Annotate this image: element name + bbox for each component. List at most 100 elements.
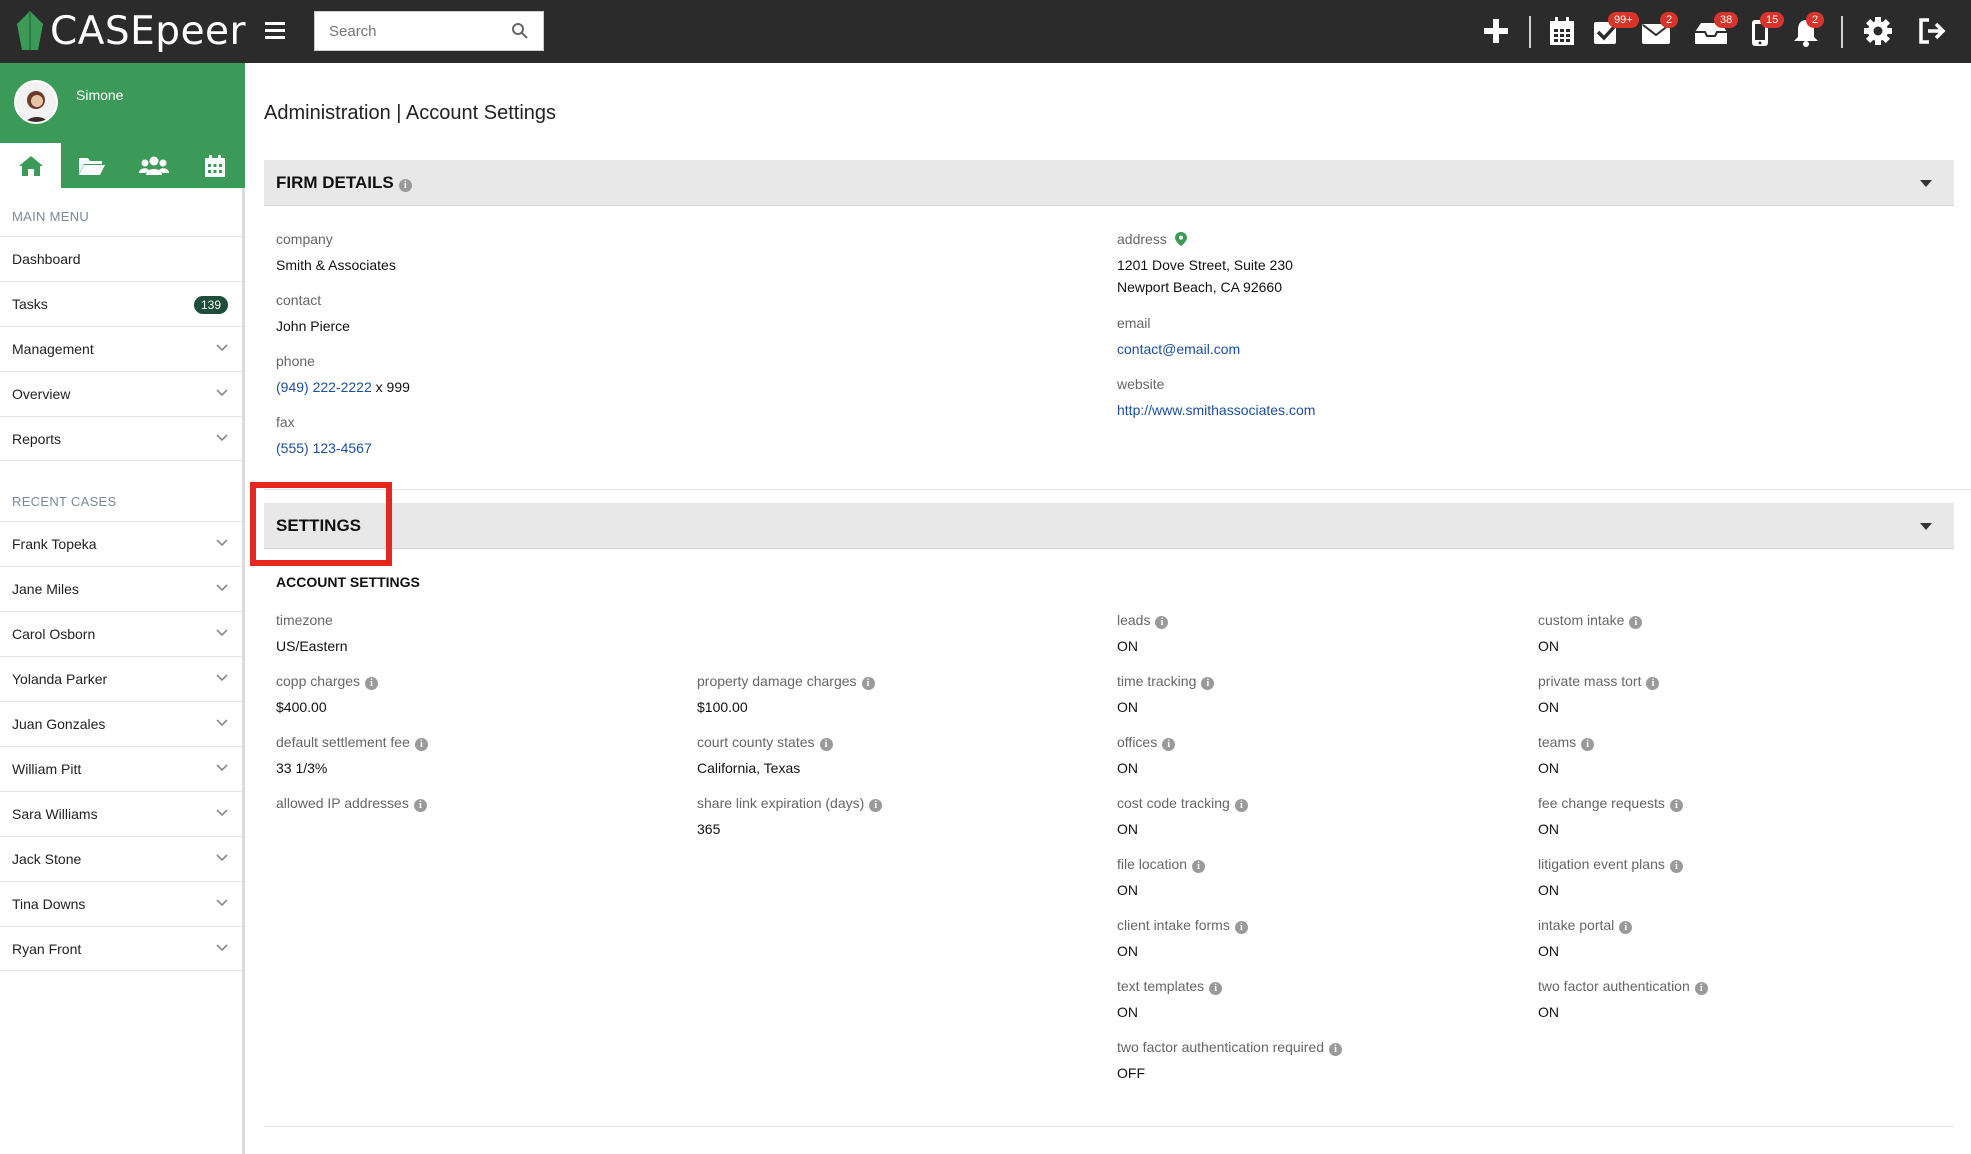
tfa-required-label-text: two factor authentication required (1117, 1039, 1325, 1055)
recent-case-item[interactable]: Jack Stone (0, 836, 242, 881)
fax-field: fax (555) 123-4567 (276, 414, 372, 459)
chevron-down-icon[interactable] (216, 539, 228, 547)
cost-code-field: cost code tracking i ON (1117, 795, 1248, 840)
info-icon[interactable]: i (819, 738, 833, 751)
property-damage-value: $100.00 (697, 699, 748, 715)
chevron-down-icon[interactable] (216, 629, 228, 637)
logo[interactable]: CASEpeer (16, 8, 246, 54)
custom-intake-label: custom intake i (1538, 612, 1643, 631)
recent-case-item[interactable]: Yolanda Parker (0, 656, 242, 701)
phone-link[interactable]: (949) 222-2222 (276, 379, 372, 395)
texts-badge: 15 (1760, 12, 1785, 28)
info-icon[interactable]: i (1234, 921, 1248, 934)
user-name[interactable]: Simone (76, 87, 123, 103)
address-label: address (1117, 231, 1293, 250)
chevron-down-icon[interactable] (216, 584, 228, 592)
copp-charges-value: $400.00 (276, 699, 327, 715)
info-icon[interactable]: i (1155, 616, 1169, 629)
recent-case-item[interactable]: Frank Topeka (0, 521, 242, 566)
info-icon[interactable]: i (1162, 738, 1176, 751)
email-link[interactable]: contact@email.com (1117, 338, 1240, 360)
sidebar-item-management[interactable]: Management (0, 326, 242, 371)
fax-link[interactable]: (555) 123-4567 (276, 437, 372, 459)
cost-code-label-text: cost code tracking (1117, 795, 1230, 811)
sidebar-item-dashboard[interactable]: Dashboard (0, 236, 242, 281)
recent-case-item[interactable]: Juan Gonzales (0, 701, 242, 746)
timezone-field: timezone US/Eastern (276, 612, 348, 657)
caret-down-icon[interactable] (1920, 180, 1932, 188)
teams-field: teams i ON (1538, 734, 1595, 779)
recent-case-item[interactable]: Sara Williams (0, 791, 242, 836)
info-icon[interactable]: i (1192, 860, 1206, 873)
tasks-button[interactable]: 99+ (1590, 12, 1639, 48)
info-icon[interactable]: i (1694, 982, 1708, 995)
company-label: company (276, 231, 333, 247)
notifications-button[interactable]: 2 (1790, 12, 1825, 48)
recent-case-item[interactable]: Carol Osborn (0, 611, 242, 656)
settings-header[interactable]: SETTINGS (264, 503, 1954, 549)
firm-details-header[interactable]: FIRM DETAILS i (264, 160, 1954, 206)
avatar[interactable] (14, 80, 58, 124)
info-icon[interactable]: i (1669, 860, 1683, 873)
chevron-down-icon (216, 434, 228, 442)
recent-case-name: Jack Stone (12, 851, 82, 867)
recent-case-item[interactable]: Tina Downs (0, 881, 242, 926)
info-icon[interactable]: i (1201, 677, 1215, 690)
info-icon[interactable]: i (861, 677, 875, 690)
firm-details-title: FIRM DETAILS i (276, 173, 412, 193)
gear-icon[interactable] (1862, 14, 1894, 48)
chevron-down-icon[interactable] (216, 809, 228, 817)
info-icon[interactable]: i (1209, 982, 1223, 995)
info-icon[interactable]: i (398, 179, 412, 192)
tab-cases[interactable] (61, 143, 122, 188)
address-field: address 1201 Dove Street, Suite 230 Newp… (1117, 231, 1293, 298)
info-icon[interactable]: i (1329, 1043, 1343, 1056)
info-icon[interactable]: i (1581, 738, 1595, 751)
share-link-field: share link expiration (days) i 365 (697, 795, 883, 840)
chevron-down-icon[interactable] (216, 944, 228, 952)
offices-value: ON (1117, 760, 1138, 776)
tab-calendar[interactable] (184, 143, 245, 188)
website-link[interactable]: http://www.smithassociates.com (1117, 399, 1315, 421)
chevron-down-icon[interactable] (216, 854, 228, 862)
tab-home[interactable] (0, 143, 61, 188)
chevron-down-icon[interactable] (216, 764, 228, 772)
court-county-label-text: court county states (697, 734, 815, 750)
info-icon[interactable]: i (414, 738, 428, 751)
sidebar-item-overview[interactable]: Overview (0, 371, 242, 416)
map-pin-icon[interactable] (1174, 232, 1187, 246)
sidebar-item-label: Dashboard (12, 251, 81, 267)
inbox-button[interactable]: 38 (1692, 12, 1739, 48)
sidebar-item-reports[interactable]: Reports (0, 416, 242, 461)
chevron-down-icon[interactable] (216, 674, 228, 682)
search-input[interactable] (315, 12, 505, 50)
messages-button[interactable]: 2 (1640, 12, 1679, 48)
recent-case-item[interactable]: William Pitt (0, 746, 242, 791)
info-icon[interactable]: i (869, 799, 883, 812)
sidebar-item-tasks[interactable]: Tasks 139 (0, 281, 242, 326)
intake-portal-label: intake portal i (1538, 917, 1633, 936)
info-icon[interactable]: i (413, 799, 427, 812)
info-icon[interactable]: i (1646, 677, 1660, 690)
info-icon[interactable]: i (1619, 921, 1633, 934)
hamburger-icon[interactable] (262, 18, 288, 42)
logout-icon[interactable] (1916, 14, 1948, 48)
top-navbar: CASEpeer 99+ 2 (0, 0, 1971, 63)
chevron-down-icon[interactable] (216, 899, 228, 907)
info-icon[interactable]: i (1234, 799, 1248, 812)
info-icon[interactable]: i (1669, 799, 1683, 812)
caret-down-icon[interactable] (1920, 523, 1932, 531)
texts-button[interactable]: 15 (1744, 12, 1785, 48)
info-icon[interactable]: i (365, 677, 379, 690)
recent-case-item[interactable]: Ryan Front (0, 926, 242, 971)
tab-contacts[interactable] (123, 143, 184, 188)
section-divider (264, 489, 1971, 490)
info-icon[interactable]: i (1629, 616, 1643, 629)
search-icon[interactable] (511, 22, 529, 40)
address-line-1: 1201 Dove Street, Suite 230 (1117, 257, 1293, 273)
chevron-down-icon[interactable] (216, 719, 228, 727)
recent-case-item[interactable]: Jane Miles (0, 566, 242, 611)
calendar-icon[interactable] (1546, 14, 1578, 48)
court-county-field: court county states i California, Texas (697, 734, 833, 779)
plus-icon[interactable] (1480, 14, 1512, 48)
